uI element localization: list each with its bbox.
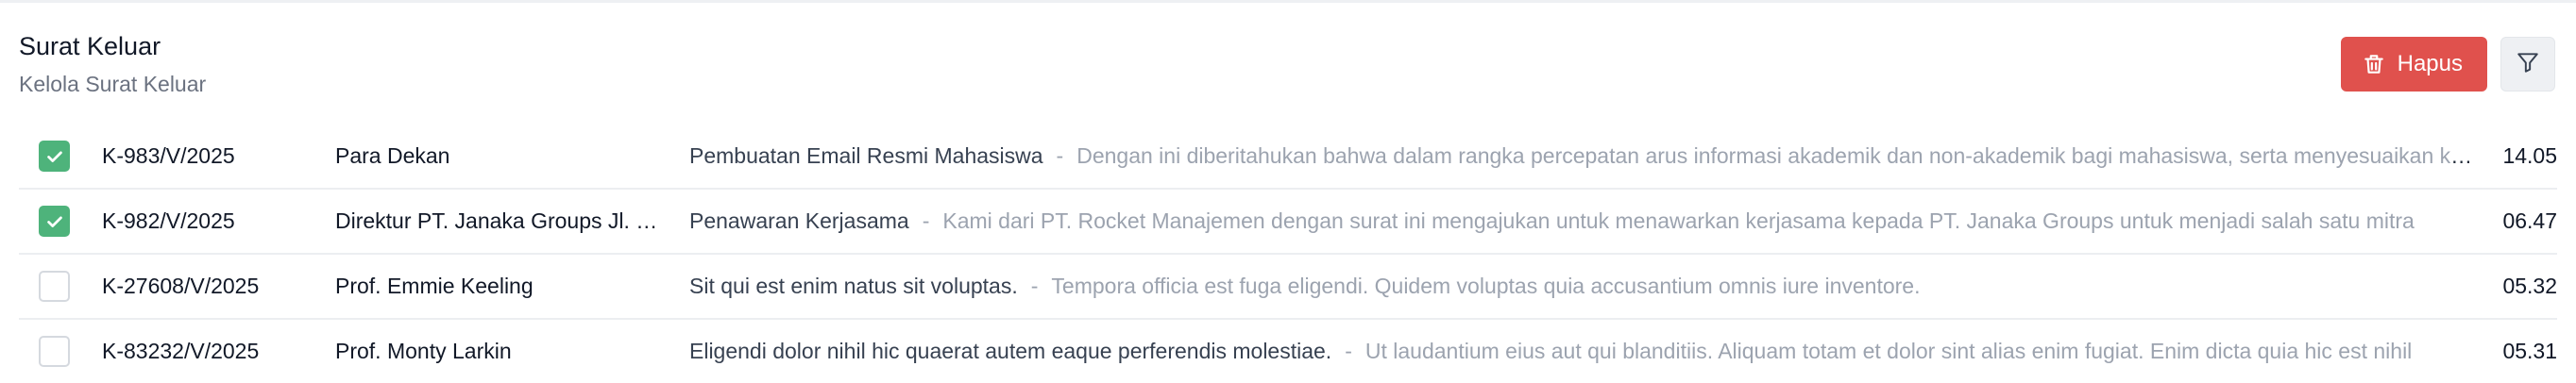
letter-number: K-983/V/2025: [102, 143, 235, 168]
letter-excerpt: Dengan ini diberitahukan bahwa dalam ran…: [1076, 143, 2474, 168]
subject-separator: -: [1056, 143, 1064, 168]
page-title: Surat Keluar: [19, 32, 161, 60]
check-icon: [46, 216, 62, 227]
filter-button[interactable]: [2500, 37, 2555, 92]
top-divider: [0, 0, 2576, 3]
letter-time: 14.05: [2502, 143, 2557, 168]
letter-time: 05.31: [2502, 339, 2557, 363]
row-checkbox[interactable]: [39, 141, 70, 172]
header-actions: Hapus: [2340, 37, 2555, 92]
table-row[interactable]: K-982/V/2025 Direktur PT. Janaka Groups …: [19, 190, 2557, 255]
letter-recipient: Direktur PT. Janaka Groups Jl. Merdeka: [335, 208, 661, 233]
letter-excerpt: Ut laudantium eius aut qui blanditiis. A…: [1364, 339, 2413, 363]
letter-content: Eligendi dolor nihil hic quaerat autem e…: [689, 339, 2474, 364]
page-subtitle: Kelola Surat Keluar: [19, 72, 207, 96]
outgoing-mail-list: K-983/V/2025 Para Dekan Pembuatan Email …: [19, 125, 2557, 383]
letter-content: Penawaran Kerjasama - Kami dari PT. Rocket…: [689, 208, 2474, 234]
letter-content: Pembuatan Email Resmi Mahasiswa - Dengan i…: [689, 143, 2474, 169]
row-checkbox[interactable]: [39, 206, 70, 237]
letter-content: Sit qui est enim natus sit voluptas. - Tem…: [689, 274, 2474, 299]
table-row[interactable]: K-983/V/2025 Para Dekan Pembuatan Email …: [19, 125, 2557, 190]
letter-subject: Pembuatan Email Resmi Mahasiswa: [689, 143, 1043, 168]
row-checkbox[interactable]: [39, 271, 70, 302]
letter-number: K-982/V/2025: [102, 208, 235, 233]
table-row[interactable]: K-83232/V/2025 Prof. Monty Larkin Eligen…: [19, 320, 2557, 383]
subject-separator: -: [1030, 274, 1039, 298]
letter-time: 05.32: [2502, 274, 2557, 298]
letter-subject: Eligendi dolor nihil hic quaerat autem e…: [689, 339, 1332, 363]
subject-separator: -: [1345, 339, 1352, 363]
table-row[interactable]: K-27608/V/2025 Prof. Emmie Keeling Sit q…: [19, 255, 2557, 320]
letter-recipient: Prof. Monty Larkin: [335, 339, 512, 363]
letter-recipient: Prof. Emmie Keeling: [335, 274, 534, 298]
letter-subject: Sit qui est enim natus sit voluptas.: [689, 274, 1018, 298]
letter-time: 06.47: [2502, 208, 2557, 233]
subject-separator: -: [922, 208, 930, 233]
letter-number: K-83232/V/2025: [102, 339, 260, 363]
page-header: Surat Keluar Kelola Surat Keluar: [19, 30, 206, 98]
letter-excerpt: Kami dari PT. Rocket Manajemen dengan su…: [942, 208, 2415, 233]
letter-excerpt: Tempora officia est fuga eligendi. Quide…: [1051, 274, 1921, 298]
letter-recipient: Para Dekan: [335, 143, 450, 168]
letter-subject: Penawaran Kerjasama: [689, 208, 909, 233]
row-checkbox[interactable]: [39, 336, 70, 367]
delete-button[interactable]: Hapus: [2340, 37, 2487, 92]
trash-icon: [2362, 52, 2386, 76]
delete-button-label: Hapus: [2397, 51, 2463, 76]
filter-icon: [2516, 50, 2540, 79]
letter-number: K-27608/V/2025: [102, 274, 260, 298]
check-icon: [46, 151, 62, 162]
